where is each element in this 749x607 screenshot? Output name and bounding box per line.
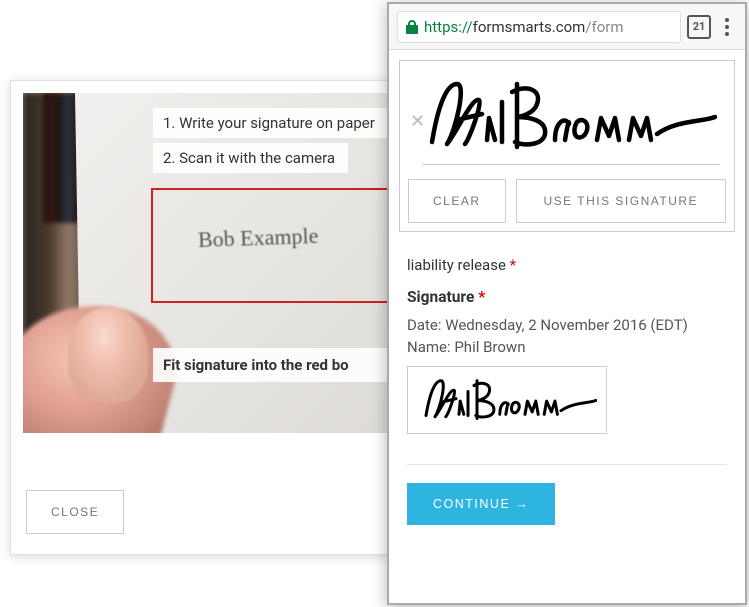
name-value: Phil Brown xyxy=(454,338,525,356)
close-icon[interactable]: ✕ xyxy=(410,111,425,132)
required-asterisk: * xyxy=(510,256,516,274)
name-line: Name: Phil Brown xyxy=(407,338,727,356)
browser-menu-icon[interactable] xyxy=(717,18,737,36)
use-signature-button[interactable]: USE THIS SIGNATURE xyxy=(516,179,726,223)
instruction-step-2: 2. Scan it with the camera xyxy=(153,143,348,173)
url-protocol: https:// xyxy=(424,18,473,36)
lock-icon xyxy=(406,20,418,34)
signature-capture-panel: ✕ CLEAR USE THIS SIGNATURE xyxy=(399,60,735,232)
signature-button-row: CLEAR USE THIS SIGNATURE xyxy=(408,179,726,223)
name-label: Name: xyxy=(407,338,451,356)
scanned-signature-text: Bob Example xyxy=(198,223,319,253)
date-line: Date: Wednesday, 2 November 2016 (EDT) xyxy=(407,316,727,334)
signature-baseline xyxy=(422,164,720,165)
tab-count-button[interactable]: 21 xyxy=(687,15,711,39)
thumb xyxy=(68,308,148,403)
form-body: liability release * Signature * Date: We… xyxy=(389,242,745,533)
mobile-browser-window: https://formsmarts.com/form 21 ✕ CLEAR U… xyxy=(387,2,747,605)
prior-field-label: liability release * xyxy=(407,256,727,274)
url-domain: formsmarts.com xyxy=(473,18,586,36)
clear-button[interactable]: CLEAR xyxy=(408,179,506,223)
url-path: /form xyxy=(585,18,623,36)
browser-url-bar: https://formsmarts.com/form 21 xyxy=(389,4,745,50)
continue-button[interactable]: CONTINUE → xyxy=(407,483,555,525)
date-label: Date: xyxy=(407,316,442,334)
signature-preview-svg xyxy=(417,373,597,428)
signature-preview xyxy=(407,366,607,434)
signature-canvas[interactable] xyxy=(408,71,726,171)
address-field[interactable]: https://formsmarts.com/form xyxy=(397,11,681,43)
signature-section-label: Signature * xyxy=(407,288,727,306)
date-value: Wednesday, 2 November 2016 (EDT) xyxy=(445,316,688,334)
instruction-fit: Fit signature into the red bo xyxy=(153,348,413,382)
close-button[interactable]: CLOSE xyxy=(26,490,124,534)
required-asterisk: * xyxy=(478,288,485,306)
divider xyxy=(407,464,727,465)
instruction-step-1: 1. Write your signature on paper xyxy=(153,108,408,138)
signature-drawn xyxy=(417,72,717,162)
